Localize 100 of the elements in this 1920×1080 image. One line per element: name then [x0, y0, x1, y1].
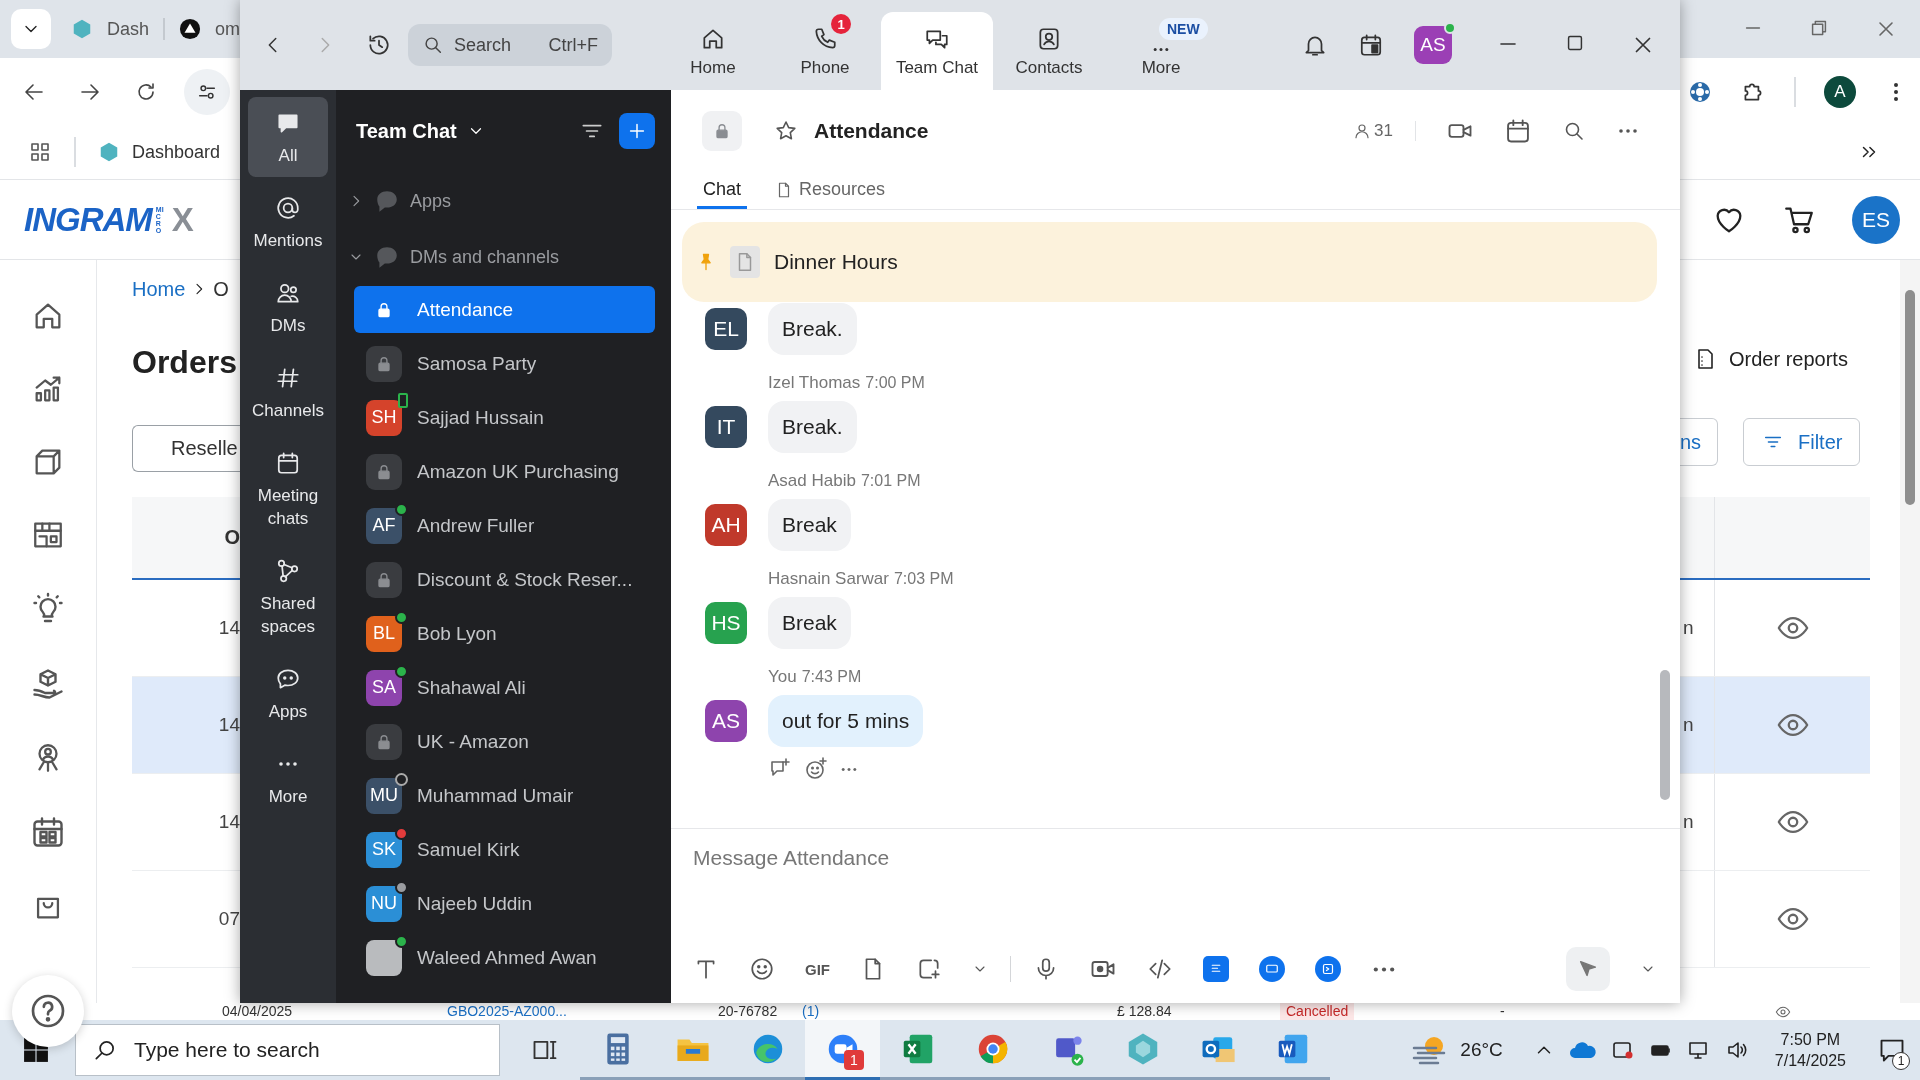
help-button[interactable] [12, 975, 84, 1047]
chat-list-item[interactable]: NU Najeeb Uddin [354, 880, 655, 927]
person-icon [1353, 122, 1372, 140]
chat-list-item[interactable]: SH Sajjad Hussain [354, 394, 655, 441]
emoji-icon[interactable] [749, 956, 775, 982]
breadcrumb-link[interactable]: Home [132, 277, 186, 301]
scrollbar-thumb[interactable] [1905, 290, 1915, 505]
gif-button[interactable]: GIF [805, 960, 830, 978]
table-cell-text: - [1500, 1003, 1506, 1020]
nav-tab[interactable]: 1 Phone [769, 12, 881, 90]
avatar: NU [366, 885, 402, 922]
chat-list-item[interactable]: BL Bob Lyon [354, 610, 655, 657]
chat-list-item[interactable]: Attendance [354, 286, 655, 333]
avatar: IT [705, 406, 747, 448]
section-header[interactable]: Apps [336, 180, 671, 222]
chat-list-item[interactable]: SK Samuel Kirk [354, 826, 655, 873]
hand-box-icon[interactable] [30, 666, 66, 702]
nav-tab[interactable]: Contacts [993, 12, 1105, 90]
chat-bubble-icon [374, 244, 400, 270]
avatar: AH [705, 504, 747, 546]
calendar-icon[interactable] [30, 814, 66, 850]
lock-icon [366, 561, 402, 598]
sidebar-item[interactable]: Meeting chats [248, 437, 328, 540]
sidebar-item[interactable]: All [248, 97, 328, 177]
chat-list-item[interactable]: Samosa Party [354, 340, 655, 387]
nav-tab[interactable]: Home [657, 12, 769, 90]
history-icon[interactable] [366, 32, 392, 58]
app-icon[interactable] [1315, 956, 1341, 982]
list-title-button[interactable]: Team Chat [356, 119, 485, 143]
section-header[interactable]: DMs and channels [336, 236, 671, 278]
start-icon[interactable] [23, 1037, 49, 1063]
star-icon[interactable] [774, 119, 798, 143]
scrollbar-thumb[interactable] [1660, 670, 1670, 800]
taskbar-search-field[interactable]: Type here to search [75, 1024, 500, 1076]
profile-avatar[interactable]: A [1824, 75, 1856, 108]
order-link[interactable]: GBO2025-AZ000... [447, 1003, 718, 1020]
lock-icon [702, 111, 742, 151]
more-icon [277, 761, 299, 767]
chat-list-item[interactable]: AF Andrew Fuller [354, 502, 655, 549]
more-icon[interactable] [1371, 965, 1397, 973]
sidebar-item[interactable]: Channels [248, 352, 328, 432]
clock[interactable]: 7:50 PM 7/14/2025 [1774, 1029, 1846, 1071]
lock-icon [366, 723, 402, 760]
message-bubble: out for 5 mins [768, 695, 924, 747]
send-button[interactable] [1566, 947, 1610, 991]
sidebar-item[interactable]: More [248, 738, 328, 818]
sidebar-item[interactable]: DMs [248, 267, 328, 347]
calendar-icon[interactable] [1358, 32, 1384, 58]
cloud-icon[interactable] [1568, 1040, 1597, 1060]
chat-tab[interactable]: Chat [697, 173, 748, 209]
nav-tab[interactable]: NEW More [1105, 12, 1217, 90]
nav-tab[interactable]: Team Chat [881, 12, 993, 90]
chat-list-item[interactable]: MU Muhammad Umair [354, 772, 655, 819]
sidebar-item[interactable]: Apps [248, 653, 328, 733]
page-title: Orders [132, 343, 238, 382]
chat-list-item[interactable]: Amazon UK Purchasing [354, 448, 655, 495]
chat-list-item[interactable]: Waleed Ahmed Awan [354, 934, 655, 981]
browser-tab[interactable]: Dash [70, 18, 149, 40]
site-info-button[interactable] [184, 68, 230, 115]
more-icon[interactable] [1616, 128, 1640, 134]
notification-badge: 1 [831, 14, 851, 34]
chat-list-item[interactable]: SA Shahawal Ali [354, 664, 655, 711]
user-avatar[interactable]: AS [1414, 26, 1452, 64]
extension-icon[interactable] [1688, 79, 1712, 104]
breadcrumb-item: O [213, 277, 229, 301]
filter-button[interactable]: Filter [1743, 418, 1860, 466]
chat-tab[interactable]: Resources [769, 173, 892, 209]
logo-suffix: X [171, 200, 194, 239]
message-header: Izel Thomas 7:00 PM [768, 373, 925, 393]
phone-icon [812, 26, 838, 52]
table-cell[interactable]: (1) [802, 1003, 1117, 1020]
add-reaction-icon[interactable] [804, 757, 828, 781]
order-reports-link[interactable]: Order reports [1693, 346, 1870, 372]
bookmark[interactable]: Dashboard [98, 141, 221, 163]
user-avatar[interactable]: ES [1852, 195, 1900, 244]
table-cell-text: 20-76782 [718, 1003, 779, 1020]
search-field[interactable]: Search Ctrl+F [408, 24, 612, 66]
calendar-icon[interactable] [1504, 117, 1532, 145]
pinned-banner[interactable]: Dinner Hours [682, 222, 1657, 302]
document-app-icon[interactable] [1203, 956, 1229, 982]
apps-grid-icon[interactable] [28, 140, 52, 164]
more-icon[interactable] [840, 766, 858, 772]
taskbar-app-button[interactable]: 1 [805, 1020, 880, 1080]
table-cell: 14 [132, 677, 240, 774]
sidebar-item[interactable]: Mentions [248, 182, 328, 262]
chat-list-item[interactable]: UK - Amazon [354, 718, 655, 765]
avatar: SH [366, 399, 402, 436]
members-button[interactable]: 31 [1353, 121, 1416, 141]
share-icon [275, 558, 301, 584]
weather-widget[interactable]: 26°C [1410, 1034, 1503, 1066]
new-chat-button[interactable] [619, 113, 655, 149]
whiteboard-app-icon[interactable] [1259, 956, 1285, 982]
logo-text: INGRAM [24, 200, 152, 239]
avatar: SA [366, 669, 402, 706]
sidebar-item[interactable]: Shared spaces [248, 545, 328, 648]
chat-list-item[interactable]: Discount & Stock Reser... [354, 556, 655, 603]
notification-badge: 1 [844, 1050, 864, 1070]
table-cell: n [1683, 617, 1694, 639]
triangle-logo-icon [179, 18, 201, 40]
screenshot-icon[interactable] [916, 956, 942, 982]
